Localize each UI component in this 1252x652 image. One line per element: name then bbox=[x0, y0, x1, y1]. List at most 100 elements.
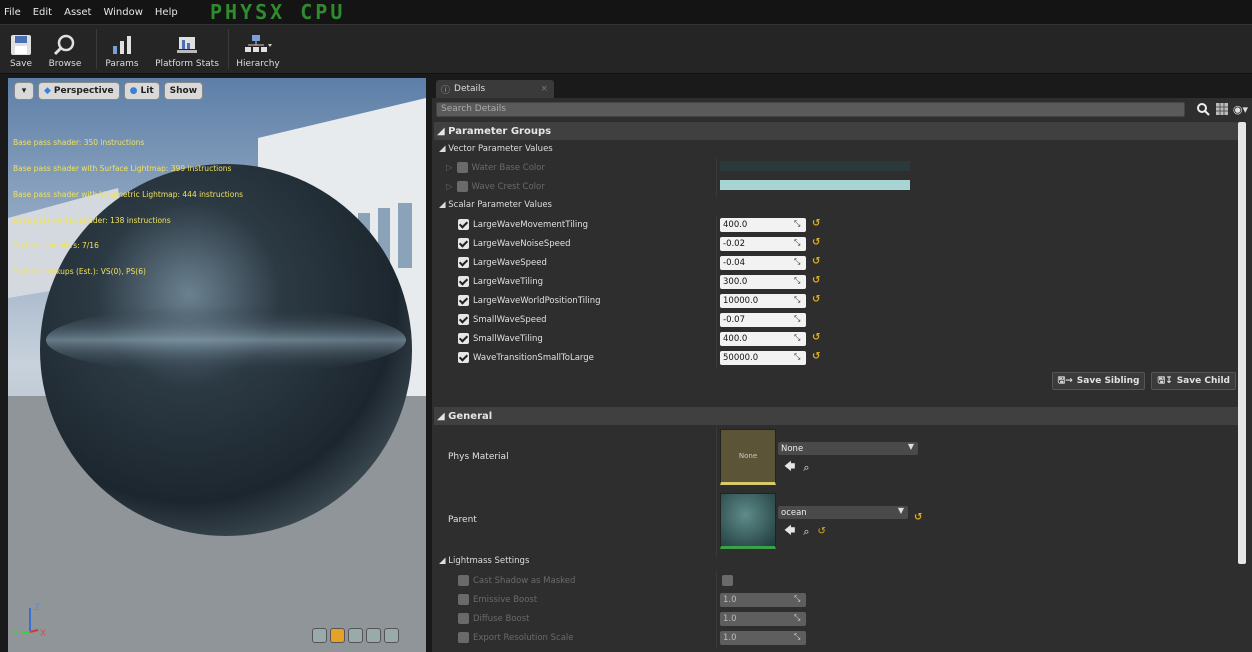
viewport-toolbar: ▾ ◆ Perspective ● Lit Show bbox=[14, 82, 204, 100]
cylinder-shape-button[interactable] bbox=[312, 628, 327, 643]
drag-icon[interactable]: ⤡ bbox=[794, 220, 802, 228]
param-checkbox[interactable] bbox=[458, 295, 469, 306]
param-checkbox[interactable] bbox=[458, 575, 469, 586]
param-value-input[interactable]: -0.04 ⤡ bbox=[720, 256, 806, 270]
eye-icon[interactable]: ◉▾ bbox=[1233, 103, 1248, 116]
param-value-input[interactable]: 10000.0 ⤡ bbox=[720, 294, 806, 308]
param-checkbox[interactable] bbox=[458, 613, 469, 624]
drag-icon[interactable]: ⤡ bbox=[794, 315, 802, 323]
platform-stats-button[interactable]: Platform Stats bbox=[152, 27, 222, 73]
show-button[interactable]: Show bbox=[163, 82, 204, 100]
cube-shape-button[interactable] bbox=[366, 628, 381, 643]
param-checkbox[interactable] bbox=[458, 594, 469, 605]
browse-icon[interactable]: ⌕ bbox=[803, 525, 809, 539]
reset-arrow-icon[interactable]: ↺ bbox=[812, 332, 820, 343]
close-tab-icon[interactable]: × bbox=[540, 84, 548, 94]
scrollbar[interactable] bbox=[1238, 122, 1246, 564]
param-checkbox[interactable] bbox=[458, 632, 469, 643]
tab-details[interactable]: ⓘ Details × bbox=[436, 80, 554, 98]
phys-material-dropdown[interactable]: None ▼ bbox=[778, 442, 918, 455]
param-checkbox[interactable] bbox=[458, 314, 469, 325]
search-details-input[interactable] bbox=[436, 101, 1186, 117]
vector-params-category[interactable]: ◢ Vector Parameter Values bbox=[434, 140, 1238, 158]
lightmass-category[interactable]: ◢ Lightmass Settings bbox=[434, 552, 1238, 570]
column-divider bbox=[716, 426, 717, 556]
color-swatch[interactable] bbox=[720, 180, 910, 190]
param-value-input[interactable]: 50000.0 ⤡ bbox=[720, 351, 806, 365]
drag-icon[interactable]: ⤡ bbox=[794, 334, 802, 342]
param-checkbox[interactable] bbox=[458, 257, 469, 268]
parent-thumbnail[interactable] bbox=[720, 493, 776, 549]
param-value-input[interactable]: -0.07 ⤡ bbox=[720, 313, 806, 327]
use-selected-arrow-icon[interactable]: 🡄 bbox=[784, 522, 795, 541]
parameter-groups-header[interactable]: ◢ Parameter Groups bbox=[434, 122, 1238, 140]
params-button[interactable]: Params bbox=[100, 27, 144, 73]
expand-arrow-icon[interactable]: ▷ bbox=[446, 163, 453, 173]
material-preview-viewport[interactable]: ▾ ◆ Perspective ● Lit Show Base pass shade… bbox=[8, 78, 426, 652]
drag-icon[interactable]: ⤡ bbox=[794, 277, 802, 285]
param-value-input[interactable]: 300.0 ⤡ bbox=[720, 275, 806, 289]
column-divider bbox=[716, 215, 717, 234]
browse-button[interactable]: Browse bbox=[40, 27, 90, 73]
menu-file[interactable]: File bbox=[4, 7, 21, 18]
reset-arrow-icon[interactable]: ↺ bbox=[812, 256, 820, 267]
param-checkbox[interactable] bbox=[458, 219, 469, 230]
perspective-button[interactable]: ◆ Perspective bbox=[38, 82, 120, 100]
parent-label: Parent bbox=[448, 515, 477, 525]
parent-dropdown[interactable]: ocean ▼ bbox=[778, 506, 908, 519]
grid-view-icon[interactable] bbox=[1215, 102, 1229, 116]
browse-icon[interactable]: ⌕ bbox=[803, 461, 809, 475]
save-child-button[interactable]: 🖫↧ Save Child bbox=[1151, 372, 1236, 390]
param-checkbox[interactable] bbox=[458, 238, 469, 249]
param-checkbox[interactable] bbox=[458, 333, 469, 344]
drag-icon[interactable]: ⤡ bbox=[794, 633, 802, 641]
param-value-input[interactable]: -0.02 ⤡ bbox=[720, 237, 806, 251]
mesh-shape-button[interactable] bbox=[384, 628, 399, 643]
reset-arrow-icon[interactable]: ↺ bbox=[818, 526, 826, 537]
expand-arrow-icon[interactable]: ▷ bbox=[446, 182, 453, 192]
drag-icon[interactable]: ⤡ bbox=[794, 353, 802, 361]
emissive-boost-input[interactable]: 1.0 ⤡ bbox=[720, 593, 806, 607]
phys-material-thumbnail[interactable]: None bbox=[720, 429, 776, 485]
lit-button[interactable]: ● Lit bbox=[123, 82, 160, 100]
reset-arrow-icon[interactable]: ↺ bbox=[812, 351, 820, 362]
sphere-shape-button[interactable] bbox=[330, 628, 345, 643]
param-checkbox[interactable] bbox=[458, 276, 469, 287]
reset-arrow-icon[interactable]: ↺ bbox=[812, 218, 820, 229]
param-checkbox[interactable] bbox=[458, 352, 469, 363]
menu-window[interactable]: Window bbox=[103, 7, 142, 18]
save-button[interactable]: Save bbox=[6, 27, 36, 73]
drag-icon[interactable]: ⤡ bbox=[794, 614, 802, 622]
reset-arrow-icon[interactable]: ↺ bbox=[914, 512, 922, 523]
details-panel: ⓘ Details × ◉▾ ◢ Parameter Groups ◢ Vect… bbox=[432, 78, 1252, 652]
scalar-params-category[interactable]: ◢ Scalar Parameter Values bbox=[434, 196, 1238, 214]
plane-shape-button[interactable] bbox=[348, 628, 363, 643]
menu-help[interactable]: Help bbox=[155, 7, 178, 18]
save-sibling-button[interactable]: 🖫→ Save Sibling bbox=[1051, 372, 1146, 390]
color-swatch[interactable] bbox=[720, 161, 910, 171]
column-divider bbox=[716, 158, 717, 177]
drag-icon[interactable]: ⤡ bbox=[794, 258, 802, 266]
cast-shadow-checkbox[interactable] bbox=[722, 575, 733, 586]
general-header[interactable]: ◢ General bbox=[434, 407, 1238, 425]
use-selected-arrow-icon[interactable]: 🡄 bbox=[784, 458, 795, 477]
menu-bar: File Edit Asset Window Help bbox=[0, 0, 1252, 24]
param-checkbox[interactable] bbox=[456, 181, 468, 192]
diffuse-boost-input[interactable]: 1.0 ⤡ bbox=[720, 612, 806, 626]
param-checkbox[interactable] bbox=[456, 162, 468, 173]
param-value-input[interactable]: 400.0 ⤡ bbox=[720, 332, 806, 346]
reset-arrow-icon[interactable]: ↺ bbox=[812, 294, 820, 305]
hierarchy-button[interactable]: Hierarchy bbox=[232, 27, 284, 73]
export-resolution-input[interactable]: 1.0 ⤡ bbox=[720, 631, 806, 645]
menu-asset[interactable]: Asset bbox=[64, 7, 91, 18]
param-row: LargeWaveTiling 300.0 ⤡ ↺ bbox=[434, 272, 1238, 291]
param-value-input[interactable]: 400.0 ⤡ bbox=[720, 218, 806, 232]
reset-arrow-icon[interactable]: ↺ bbox=[812, 275, 820, 286]
drag-icon[interactable]: ⤡ bbox=[794, 296, 802, 304]
drag-icon[interactable]: ⤡ bbox=[794, 239, 802, 247]
drag-icon[interactable]: ⤡ bbox=[794, 595, 802, 603]
viewport-options-button[interactable]: ▾ bbox=[14, 82, 34, 100]
reset-arrow-icon[interactable]: ↺ bbox=[812, 237, 820, 248]
menu-edit[interactable]: Edit bbox=[33, 7, 52, 18]
search-icon[interactable] bbox=[1195, 102, 1211, 116]
